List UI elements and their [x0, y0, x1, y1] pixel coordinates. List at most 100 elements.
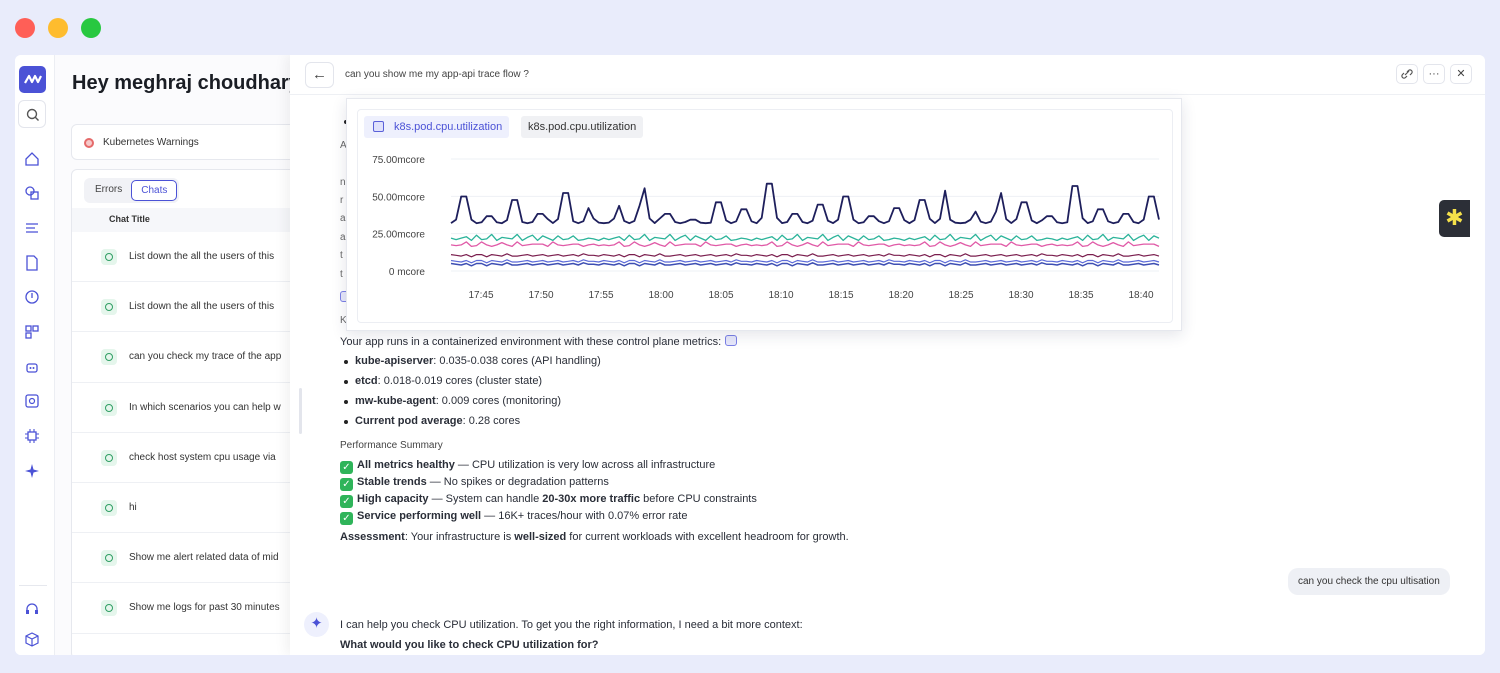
x-tick-label: 18:20: [888, 290, 913, 301]
metric-value: : 0.035-0.038 cores (API handling): [433, 355, 601, 367]
x-tick-label: 18:05: [708, 290, 733, 301]
metric-item: Current pod average: 0.28 cores: [355, 415, 520, 427]
home-icon[interactable]: [24, 151, 40, 167]
chat-title: In which scenarios you can help w: [129, 401, 281, 413]
chat-title: Show me logs for past 30 minutes: [129, 602, 280, 614]
summary-bold: All metrics healthy: [357, 459, 455, 471]
dashboards-icon[interactable]: [24, 324, 40, 340]
chart-tab-label: k8s.pod.cpu.utilization: [394, 121, 503, 133]
bullet: [344, 360, 348, 364]
series-line: [450, 259, 1160, 264]
greeting-heading: Hey meghraj choudhary,: [72, 72, 304, 94]
chart-badge-icon[interactable]: [725, 335, 738, 346]
document-icon[interactable]: [24, 255, 40, 271]
bot-icon[interactable]: [24, 359, 40, 375]
summary-text: before CPU constraints: [640, 493, 757, 505]
series-line: [450, 262, 1160, 267]
rail-divider: [19, 585, 47, 586]
bullet: [344, 400, 348, 404]
tab-chats[interactable]: Chats: [131, 180, 178, 201]
assessment-text: : Your infrastructure is: [404, 531, 515, 543]
summary-text: — 16K+ traces/hour with 0.07% error rate: [481, 510, 688, 522]
user-message-bubble: can you check the cpu ultisation: [1288, 568, 1450, 595]
bullet: [344, 380, 348, 384]
summary-item: ✓ Stable trends — No spikes or degradatio…: [340, 476, 609, 491]
logs-icon[interactable]: [24, 220, 40, 236]
x-tick-label: 17:45: [468, 290, 493, 301]
settings-search-icon[interactable]: [24, 393, 40, 409]
x-tick-label: 18:35: [1068, 290, 1093, 301]
chat-icon: [101, 449, 117, 466]
chat-title: can you check my trace of the app: [129, 351, 282, 363]
x-tick-label: 17:50: [528, 290, 553, 301]
check-icon: ✓: [340, 495, 353, 508]
assessment-text: for current workloads with excellent hea…: [566, 531, 849, 543]
search-icon[interactable]: [18, 100, 46, 128]
home-page: Hey meghraj choudhary, Kubernetes Warnin…: [55, 55, 331, 655]
chat-icon: [101, 349, 117, 366]
check-icon: ✓: [340, 512, 353, 525]
chat-title: Show me alert related data of mid: [129, 552, 279, 564]
errors-chats-toggle: Errors Chats: [84, 178, 180, 203]
metric-value: : 0.009 cores (monitoring): [435, 395, 562, 407]
infrastructure-icon[interactable]: [24, 185, 40, 201]
hidden-text-fragment: a: [340, 232, 346, 243]
x-tick-label: 17:55: [588, 290, 613, 301]
answer-intro: Your app runs in a containerized environ…: [340, 335, 738, 348]
package-icon[interactable]: [24, 632, 40, 648]
back-button[interactable]: ←: [305, 62, 334, 88]
y-tick-label: 50.00mcore: [372, 192, 425, 203]
alerts-icon[interactable]: [24, 289, 40, 305]
support-icon[interactable]: [24, 601, 40, 617]
chat-icon: [101, 499, 117, 516]
ai-sparkle-icon: ✦: [304, 612, 329, 637]
metric-icon: [373, 121, 384, 132]
chat-icon: [101, 550, 117, 567]
x-tick-label: 18:15: [828, 290, 853, 301]
app-logo[interactable]: [19, 66, 46, 93]
summary-item: ✓ Service performing well — 16K+ traces/h…: [340, 510, 687, 525]
window-minimize-button[interactable]: [48, 18, 68, 38]
tab-errors[interactable]: Errors: [86, 180, 131, 201]
metric-item: etcd: 0.018-0.019 cores (cluster state): [355, 375, 542, 387]
summary-bold: Stable trends: [357, 476, 427, 488]
summary-heading: Performance Summary: [340, 440, 443, 451]
metric-name: mw-kube-agent: [355, 395, 436, 407]
assistant-fab-icon[interactable]: ✱: [1439, 200, 1470, 237]
warning-dot-icon: [84, 138, 94, 148]
hidden-text-fragment: n: [340, 177, 346, 188]
metric-name: kube-apiserver: [355, 355, 434, 367]
summary-text: — CPU utilization is very low across all…: [454, 459, 716, 471]
y-tick-label: 0 mcore: [389, 267, 426, 278]
x-tick-label: 18:25: [948, 290, 973, 301]
hidden-text-fragment: t: [340, 269, 343, 280]
chip-icon[interactable]: [24, 428, 40, 444]
chat-title: List down the all the users of this: [129, 301, 275, 313]
bullet: [344, 420, 348, 424]
summary-text: — System can handle: [428, 493, 543, 505]
metric-value: : 0.28 cores: [462, 415, 521, 427]
x-tick-label: 18:00: [648, 290, 673, 301]
summary-item: ✓ All metrics healthy — CPU utilization i…: [340, 459, 715, 474]
y-tick-label: 75.00mcore: [372, 155, 425, 166]
icon-rail: [15, 55, 55, 655]
hidden-text-fragment: t: [340, 250, 343, 261]
check-icon: ✓: [340, 478, 353, 491]
hidden-text-fragment: r: [340, 195, 344, 206]
summary-text: — No spikes or degradation patterns: [426, 476, 609, 488]
hidden-text-fragment: a: [340, 213, 346, 224]
check-icon: ✓: [340, 461, 353, 474]
metric-item: mw-kube-agent: 0.009 cores (monitoring): [355, 395, 561, 407]
ai-reply-line: I can help you check CPU utilization. To…: [340, 619, 803, 631]
window-maximize-button[interactable]: [81, 18, 101, 38]
window-close-button[interactable]: [15, 18, 35, 38]
series-line: [450, 253, 1160, 258]
summary-bold: High capacity: [357, 493, 429, 505]
chart-popover: k8s.pod.cpu.utilization k8s.pod.cpu.util…: [346, 98, 1182, 331]
ai-sparkle-icon[interactable]: [24, 463, 40, 479]
metric-name: Current pod average: [355, 415, 463, 427]
chat-title: List down the all the users of this: [129, 251, 275, 262]
resize-handle[interactable]: [299, 388, 302, 434]
summary-item: ✓ High capacity — System can handle 20-30…: [340, 493, 757, 508]
chat-icon: [101, 249, 117, 265]
